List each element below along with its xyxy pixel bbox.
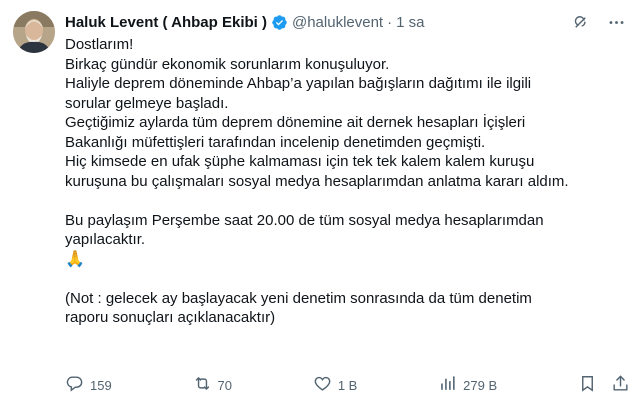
author-name[interactable]: Haluk Levent ( Ahbap Ekibi ) xyxy=(65,14,267,31)
tweet-header: Haluk Levent ( Ahbap Ekibi ) @halukleven… xyxy=(65,11,630,33)
bookmark-icon xyxy=(578,374,597,396)
repost-button[interactable]: 70 xyxy=(193,374,232,396)
avatar[interactable] xyxy=(13,11,55,53)
secondary-actions xyxy=(578,374,630,396)
tweet-line: Bu paylaşım Perşembe saat 20.00 de tüm s… xyxy=(65,211,544,229)
tweet-line: (Not : gelecek ay başlayacak yeni deneti… xyxy=(65,289,532,307)
verified-badge-icon xyxy=(271,14,288,31)
author-handle[interactable]: @haluklevent xyxy=(292,14,383,31)
tweet-line: sorular gelmeye başladı. xyxy=(65,94,229,112)
tweet-line: yapılacaktır. xyxy=(65,231,146,248)
share-icon xyxy=(611,374,630,396)
reply-count: 159 xyxy=(90,377,112,393)
tweet-line: Bakanlığı müfettişleri tarafından incele… xyxy=(65,133,486,151)
header-separator: · xyxy=(387,13,393,31)
tweet-line: Haliyle deprem döneminde Ahbap’a yapılan… xyxy=(65,75,532,92)
tweet-line: kuruşuna bu çalışmaları sosyal medya hes… xyxy=(65,172,569,190)
tweet-actions: 159 70 1 B 279 B xyxy=(65,374,630,396)
like-count: 1 B xyxy=(337,377,358,393)
tweet-line: raporu sonuçları açıklanacaktır) xyxy=(65,309,276,326)
share-button[interactable] xyxy=(611,374,630,396)
bookmark-button[interactable] xyxy=(578,374,597,396)
tweet-line: Hiç kimsede en ufak şüphe kalmaması için… xyxy=(65,153,535,170)
tweet-timestamp[interactable]: 1 sa xyxy=(396,14,424,31)
avatar-image xyxy=(13,11,55,53)
grok-icon[interactable] xyxy=(571,13,590,32)
reply-button[interactable]: 159 xyxy=(65,374,112,396)
tweet-line: Geçtiğimiz aylarda tüm deprem dönemine a… xyxy=(65,114,526,131)
tweet-line: Birkaç gündür ekonomik sorunlarım konuşu… xyxy=(65,55,390,73)
more-icon[interactable] xyxy=(607,13,626,32)
tweet-line: Dostlarım! xyxy=(65,36,134,53)
views-icon xyxy=(438,374,457,396)
repost-icon xyxy=(193,374,212,396)
heart-icon xyxy=(313,374,332,396)
repost-count: 70 xyxy=(217,377,232,393)
tweet-text: Dostlarım! Birkaç gündür ekonomik sorunl… xyxy=(65,35,630,328)
views-count: 279 B xyxy=(463,377,498,393)
praying-hands-emoji: 🙏 xyxy=(65,250,85,268)
views-button[interactable]: 279 B xyxy=(438,374,497,396)
reply-icon xyxy=(65,374,84,396)
like-button[interactable]: 1 B xyxy=(313,374,358,396)
